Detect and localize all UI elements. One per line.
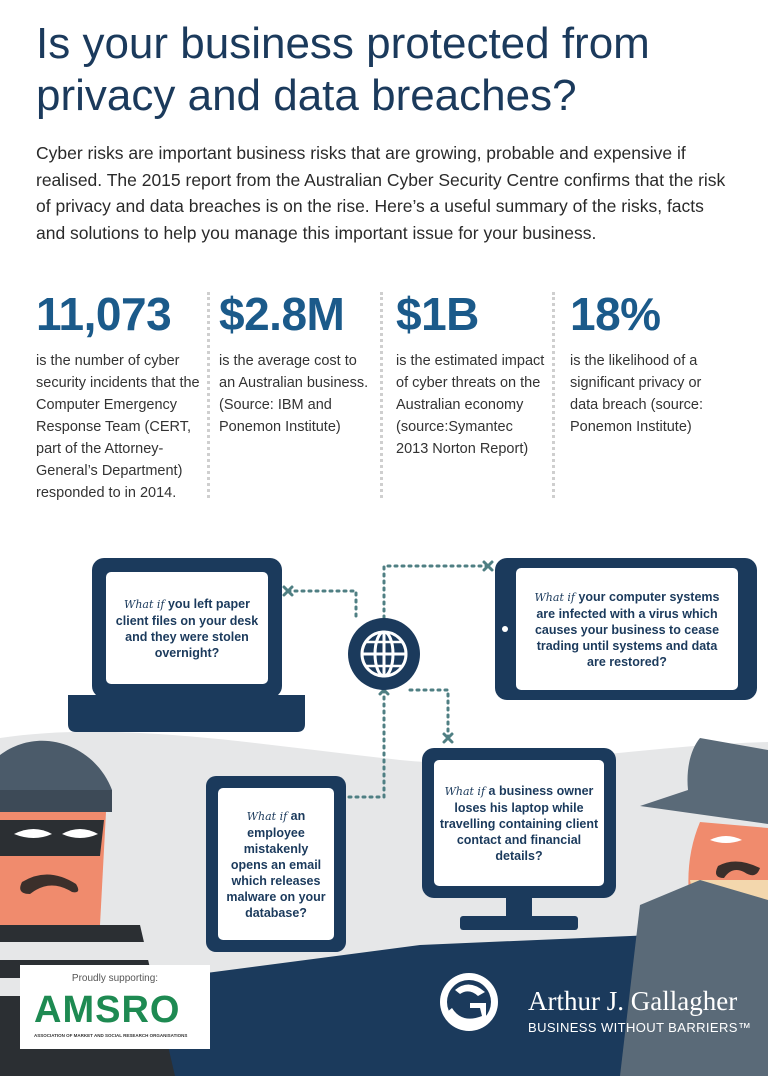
what-if-label: What if: [246, 809, 288, 823]
laptop-screen: What if you left paper client files on y…: [106, 572, 268, 684]
what-if-label: What if: [444, 784, 486, 798]
tablet-screen: What if your computer systems are infect…: [516, 568, 738, 690]
monitor-screen: What if a business owner loses his lapto…: [434, 760, 604, 886]
laptop-base: [68, 695, 305, 732]
infographic-page: Is your business protected from privacy …: [0, 0, 768, 1076]
globe-icon: [348, 618, 420, 690]
tablet-home-button: [502, 626, 508, 632]
what-if-label: What if: [534, 590, 575, 604]
supporting-label: Proudly supporting:: [71, 973, 159, 984]
gallagher-logo-icon: [440, 973, 498, 1031]
monitor-neck: [506, 896, 532, 918]
brand-tagline: BUSINESS WITHOUT BARRIERS™: [528, 1020, 752, 1035]
background-art: [0, 558, 768, 1076]
amsro-full-name: ASSOCIATION OF MARKET AND SOCIAL RESEARC…: [34, 1033, 188, 1038]
monitor-stand: [460, 916, 578, 930]
brand-name: Arthur J. Gallagher: [528, 986, 738, 1016]
what-if-label: What if: [124, 597, 165, 611]
amsro-logo: AMSRO: [34, 989, 181, 1031]
phone-screen: What if an employee mistakenly opens an …: [218, 788, 334, 940]
amsro-box: Proudly supporting: AMSRO ASSOCIATION OF…: [20, 965, 210, 1049]
phone-scenario-text: an employee mistakenly opens an email wh…: [226, 808, 326, 920]
